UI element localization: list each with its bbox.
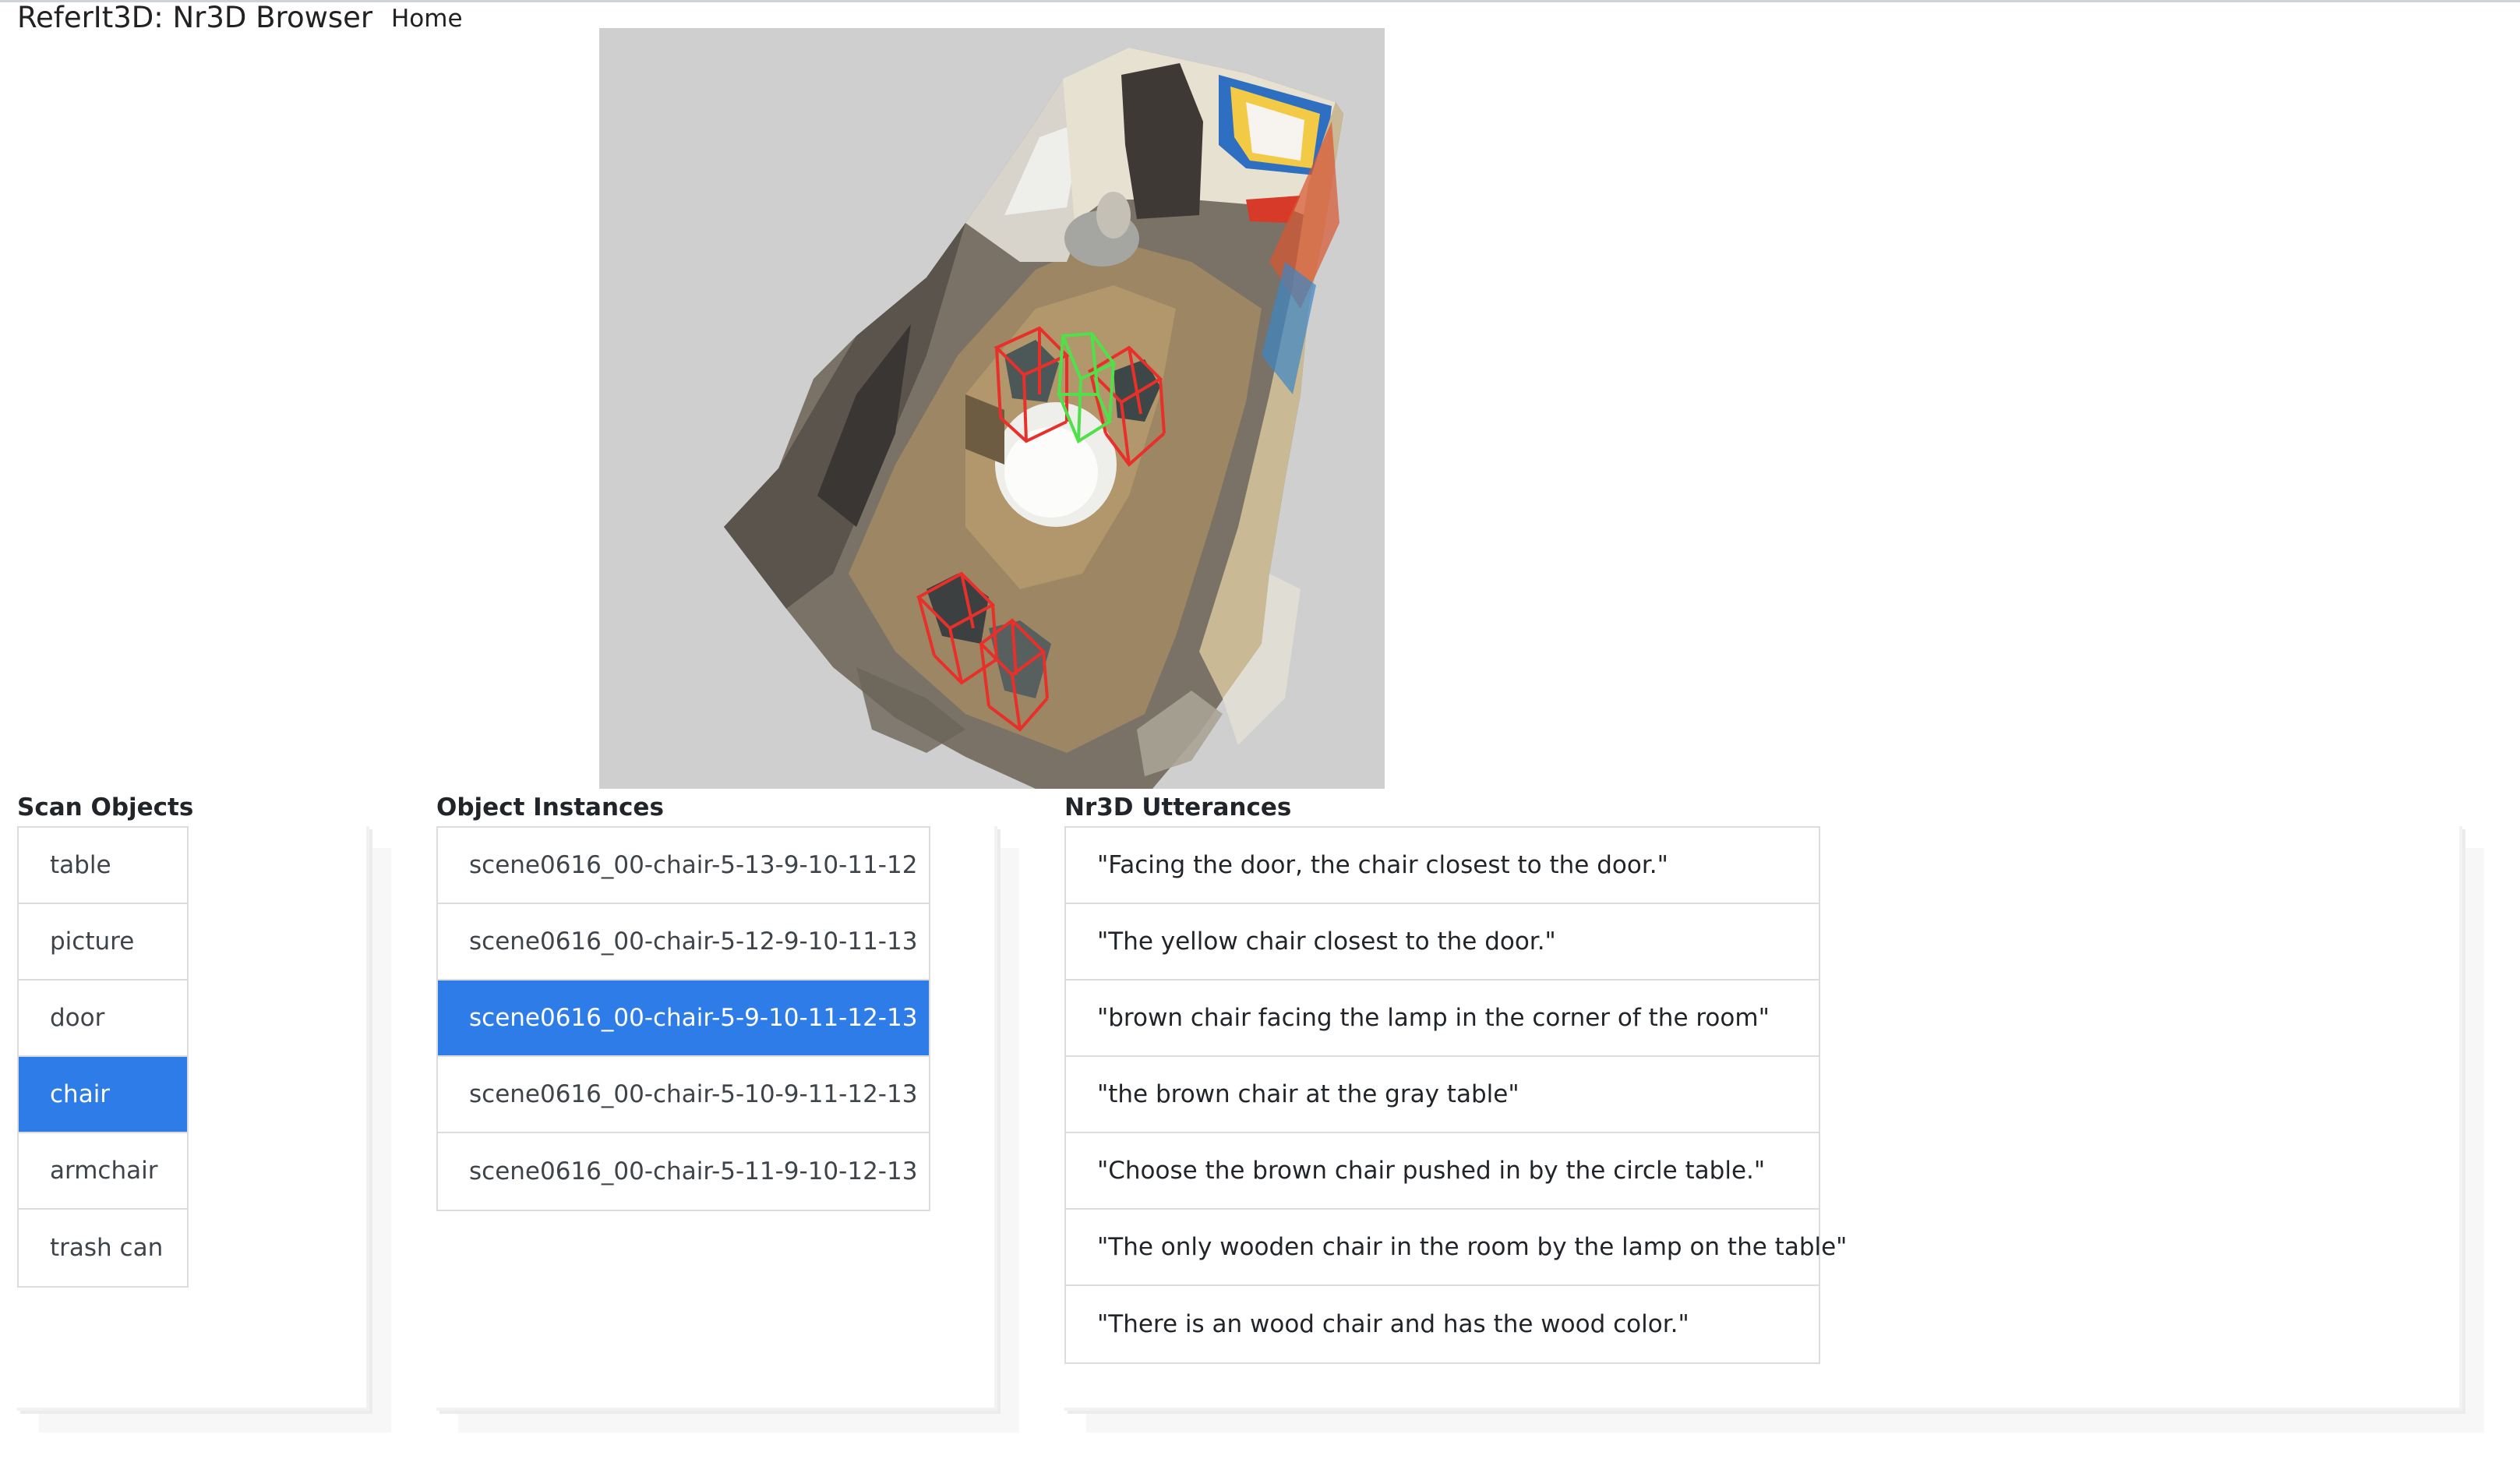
scan-object-item[interactable]: chair — [19, 1057, 187, 1133]
scan-object-item[interactable]: table — [19, 828, 187, 904]
scan-3d-viewer[interactable] — [599, 28, 1385, 789]
scan-object-item[interactable]: door — [19, 980, 187, 1057]
object-instance-item[interactable]: scene0616_00-chair-5-10-9-11-12-13 — [438, 1057, 929, 1133]
utterance-item: "Choose the brown chair pushed in by the… — [1066, 1133, 1819, 1210]
utterance-item: "brown chair facing the lamp in the corn… — [1066, 980, 1819, 1057]
scan-objects-list: table picture door chair armchair trash can — [17, 826, 189, 1288]
object-instances-list: scene0616_00-chair-5-13-9-10-11-12 scene0… — [436, 826, 930, 1211]
utterances-title: Nr3D Utterances — [1064, 793, 1292, 822]
utterance-item: "Facing the door, the chair closest to t… — [1066, 828, 1819, 904]
object-instance-item[interactable]: scene0616_00-chair-5-9-10-11-12-13 — [438, 980, 929, 1057]
nav-home-link[interactable]: Home — [391, 5, 463, 33]
object-instance-item[interactable]: scene0616_00-chair-5-13-9-10-11-12 — [438, 828, 929, 904]
scan-objects-title: Scan Objects — [17, 793, 194, 822]
app-title[interactable]: ReferIt3D: Nr3D Browser — [17, 2, 372, 34]
utterance-item: "the brown chair at the gray table" — [1066, 1057, 1819, 1133]
scan-object-item[interactable]: armchair — [19, 1133, 187, 1210]
object-instance-item[interactable]: scene0616_00-chair-5-11-9-10-12-13 — [438, 1133, 929, 1210]
scan-object-item[interactable]: trash can — [19, 1210, 187, 1286]
utterance-item: "The only wooden chair in the room by th… — [1066, 1210, 1847, 1286]
utterances-list: "Facing the door, the chair closest to t… — [1064, 826, 1847, 1364]
utterance-item: "The yellow chair closest to the door." — [1066, 904, 1819, 980]
scan-object-item[interactable]: picture — [19, 904, 187, 980]
object-instances-title: Object Instances — [436, 793, 664, 822]
object-instance-item[interactable]: scene0616_00-chair-5-12-9-10-11-13 — [438, 904, 929, 980]
utterance-item: "There is an wood chair and has the wood… — [1097, 1310, 1689, 1338]
